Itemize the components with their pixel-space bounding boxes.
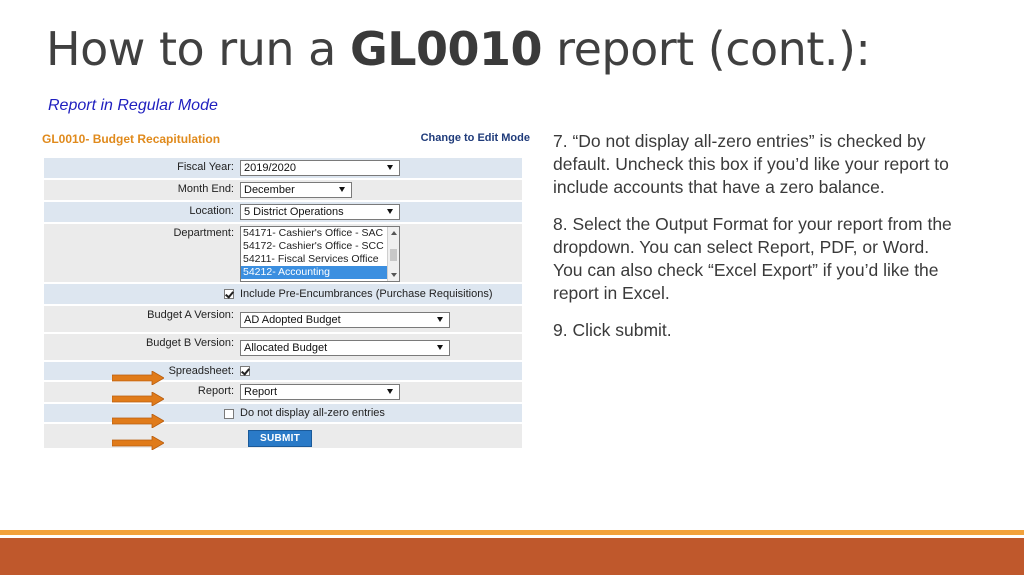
month-end-select[interactable]: December: [240, 182, 352, 198]
chevron-down-icon: [387, 389, 393, 394]
department-option[interactable]: 54172- Cashier's Office - SCC: [241, 240, 399, 253]
step-9: 9. Click submit.: [553, 320, 672, 340]
zero-entries-label: Do not display all-zero entries: [240, 407, 385, 419]
footer-bar: [0, 538, 1024, 575]
location-label: Location:: [189, 205, 234, 217]
budget-a-select[interactable]: AD Adopted Budget: [240, 312, 450, 328]
arrow-right-icon: [112, 436, 164, 450]
pre-encumbrances-label: Include Pre-Encumbrances (Purchase Requi…: [240, 288, 493, 300]
arrow-right-icon: [112, 371, 164, 385]
month-end-value: December: [244, 184, 295, 196]
department-option-selected[interactable]: 54212- Accounting: [241, 266, 387, 279]
scroll-thumb[interactable]: [390, 249, 397, 261]
step-7: 7. “Do not display all-zero entries” is …: [553, 131, 949, 197]
chevron-down-icon: [387, 209, 393, 214]
budget-b-value: Allocated Budget: [244, 342, 328, 354]
pre-encumbrances-checkbox[interactable]: [224, 289, 234, 300]
title-bold: GL0010: [349, 22, 543, 76]
report-format-value: Report: [244, 386, 278, 398]
location-row: Location: 5 District Operations: [44, 202, 522, 224]
title-prefix: How to run a: [46, 22, 350, 76]
fiscal-year-select[interactable]: 2019/2020: [240, 160, 400, 176]
scroll-up-icon[interactable]: [391, 231, 397, 235]
chevron-down-icon: [437, 345, 443, 350]
spreadsheet-checkbox[interactable]: [240, 366, 250, 377]
fiscal-year-row: Fiscal Year: 2019/2020: [44, 158, 522, 180]
arrow-right-icon: [112, 414, 164, 428]
chevron-down-icon: [437, 317, 443, 322]
slide-subtitle: Report in Regular Mode: [48, 97, 218, 114]
chevron-down-icon: [339, 187, 345, 192]
footer-accent-line: [0, 530, 1024, 535]
title-suffix: report (cont.):: [542, 22, 871, 76]
slide-title: How to run a GL0010 report (cont.):: [46, 22, 871, 76]
department-row: Department: 54171- Cashier's Office - SA…: [44, 224, 522, 284]
fiscal-year-value: 2019/2020: [244, 162, 296, 174]
form-title: GL0010- Budget Recapitulation: [42, 132, 221, 146]
department-listbox[interactable]: 54171- Cashier's Office - SAC 54172- Cas…: [240, 226, 400, 282]
location-value: 5 District Operations: [244, 206, 344, 218]
department-scrollbar[interactable]: [387, 227, 399, 281]
submit-button[interactable]: SUBMIT: [248, 430, 313, 447]
zero-entries-checkbox[interactable]: [224, 409, 234, 420]
report-form: Fiscal Year: 2019/2020 Month End: Decemb…: [44, 158, 522, 450]
pre-encumbrances-row: Include Pre-Encumbrances (Purchase Requi…: [44, 284, 522, 306]
report-format-select[interactable]: Report: [240, 384, 400, 400]
fiscal-year-label: Fiscal Year:: [177, 161, 234, 173]
form-screenshot: GL0010- Budget Recapitulation Change to …: [40, 128, 530, 462]
budget-a-value: AD Adopted Budget: [244, 314, 341, 326]
change-to-edit-mode-link[interactable]: Change to Edit Mode: [421, 132, 530, 144]
step-8: 8. Select the Output Format for your rep…: [553, 214, 952, 303]
location-select[interactable]: 5 District Operations: [240, 204, 400, 220]
scroll-down-icon[interactable]: [391, 273, 397, 277]
budget-b-select[interactable]: Allocated Budget: [240, 340, 450, 356]
department-option[interactable]: 54171- Cashier's Office - SAC: [241, 227, 399, 240]
budget-b-row: Budget B Version: Allocated Budget: [44, 334, 522, 362]
arrow-right-icon: [112, 392, 164, 406]
chevron-down-icon: [387, 165, 393, 170]
instruction-steps: 7. “Do not display all-zero entries” is …: [553, 130, 963, 356]
month-end-label: Month End:: [177, 183, 234, 195]
month-end-row: Month End: December: [44, 180, 522, 202]
department-label: Department:: [173, 227, 234, 239]
budget-a-row: Budget A Version: AD Adopted Budget: [44, 306, 522, 334]
budget-b-label: Budget B Version:: [145, 337, 234, 349]
budget-a-label: Budget A Version:: [147, 309, 234, 321]
department-option[interactable]: 54211- Fiscal Services Office: [241, 253, 399, 266]
